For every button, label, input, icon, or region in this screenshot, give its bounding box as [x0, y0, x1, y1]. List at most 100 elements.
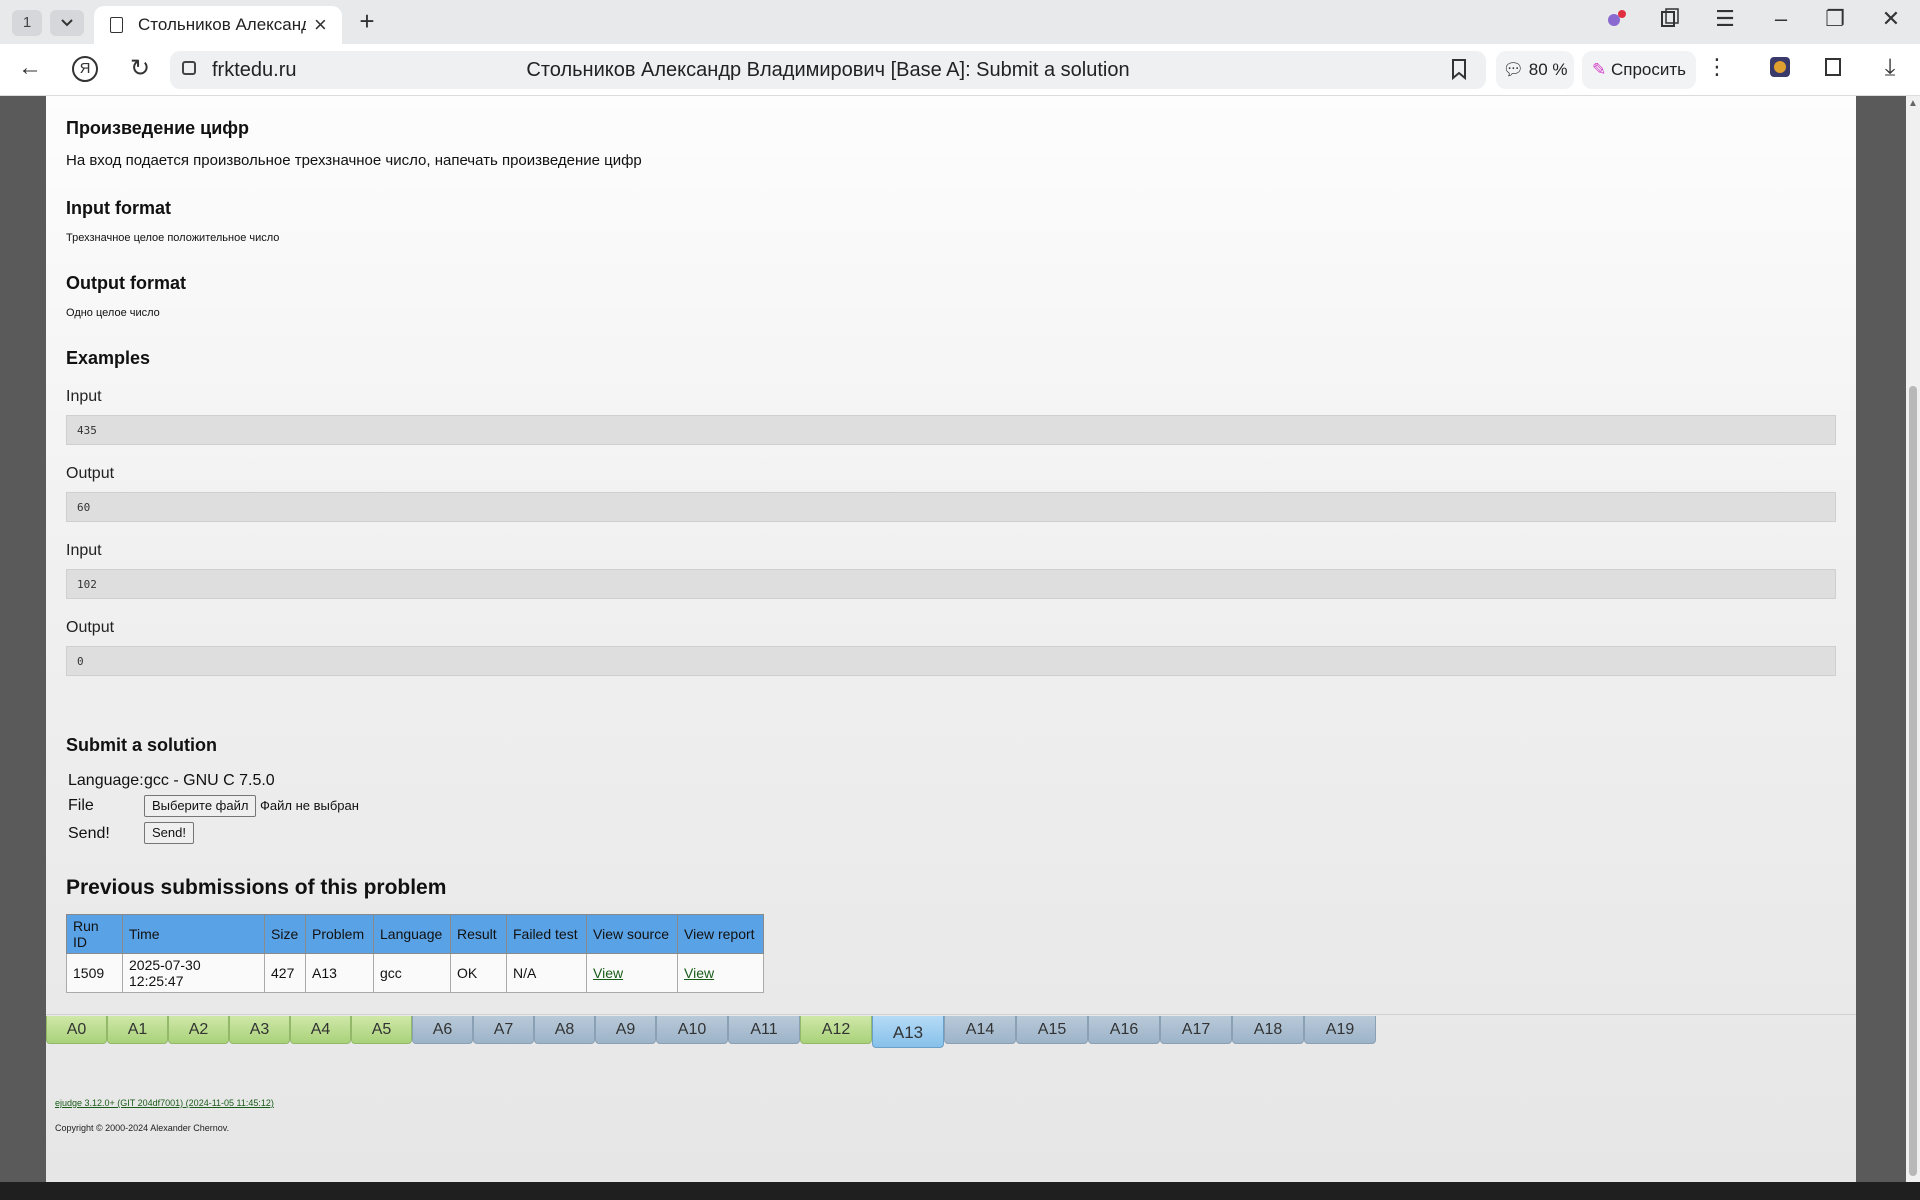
assistant-icon [1608, 10, 1626, 26]
problem-tab-a1[interactable]: A1 [107, 1016, 168, 1044]
language-value: gcc - GNU C 7.5.0 [144, 772, 275, 789]
column-header: Language [373, 914, 451, 954]
close-tab-icon[interactable]: × [314, 12, 327, 38]
example-input-box: 102 [66, 569, 1836, 599]
example-input-label: Input [66, 542, 102, 559]
problem-tab-a17[interactable]: A17 [1160, 1016, 1232, 1044]
output-format-heading: Output format [66, 273, 186, 293]
page-content: Произведение цифр На вход подается произ… [46, 96, 1856, 1182]
file-label: File [68, 797, 94, 814]
back-icon[interactable]: ← [14, 54, 46, 82]
examples-heading: Examples [66, 348, 151, 368]
choose-file-button[interactable]: Выберите файл [144, 795, 257, 817]
view-report-link[interactable]: View [684, 965, 714, 981]
zoom-indicator[interactable]: 💬︎ 80 % [1496, 51, 1574, 89]
column-header: Time [122, 914, 265, 954]
column-header: Run ID [66, 914, 123, 954]
column-header: Failed test [506, 914, 587, 954]
view-source-cell: View [586, 953, 678, 993]
taskbar [0, 1182, 1920, 1200]
ask-label: Спросить [1610, 60, 1686, 79]
input-format-text: Трехзначное целое положительное число [66, 232, 280, 244]
time-cell: 2025-07-30 12:25:47 [122, 953, 265, 993]
problem-statement: На вход подается произвольное трехзначно… [66, 152, 642, 169]
problem-tab-a5[interactable]: A5 [351, 1016, 412, 1044]
restore-icon[interactable]: ❐ [1820, 6, 1850, 32]
more-icon[interactable]: ⋮ [1706, 54, 1728, 80]
url-field[interactable]: frktedu.ru Стольников Александр Владимир… [170, 51, 1486, 89]
view-report-cell: View [677, 953, 764, 993]
extensions-icon[interactable] [1600, 6, 1630, 38]
previous-submissions-heading: Previous submissions of this problem [66, 876, 447, 899]
browser-tab-title: Стольников Александр Владимирович [Base … [138, 15, 306, 34]
new-tab-button[interactable]: + [352, 6, 382, 37]
problem-tab-a11[interactable]: A11 [728, 1016, 800, 1044]
ask-button[interactable]: ✎ Спросить [1582, 51, 1696, 89]
problem-tab-a12[interactable]: A12 [800, 1016, 872, 1044]
collections-icon[interactable] [1654, 6, 1684, 38]
column-header: Result [450, 914, 507, 954]
yandex-icon[interactable]: Я [72, 56, 98, 82]
address-bar: ← Я ↻ frktedu.ru Стольников Александр Вл… [0, 44, 1920, 96]
minimize-icon[interactable]: – [1766, 6, 1796, 32]
example-output-label: Output [66, 465, 115, 482]
extension-app-icon[interactable] [1764, 54, 1796, 87]
menu-icon[interactable]: ☰ [1710, 6, 1740, 32]
ejudge-version-link[interactable]: ejudge 3.12.0+ (GIT 204df7001) (2024-11-… [55, 1098, 274, 1108]
download-icon[interactable]: ⤓ [1874, 54, 1906, 82]
tabs-dropdown-button[interactable] [50, 10, 84, 36]
problem-tabs: A0 A1 A2 A3 A4 A5 A6 A7 A8 A9 A10 A11 A12 A13 A14 A15 A1… [46, 1016, 1376, 1048]
column-header: Size [264, 914, 306, 954]
close-window-icon[interactable]: ✕ [1876, 6, 1906, 32]
problem-tab-a0[interactable]: A0 [46, 1016, 107, 1044]
problem-tab-a2[interactable]: A2 [168, 1016, 229, 1044]
submissions-table: Run ID Time Size Problem Language Result… [66, 914, 764, 993]
column-header: View report [677, 914, 764, 954]
view-source-link[interactable]: View [593, 965, 623, 981]
example-input-box: 435 [66, 415, 1836, 445]
failed-test-cell: N/A [506, 953, 587, 993]
vertical-scrollbar[interactable]: ▲ [1906, 96, 1920, 1182]
problem-tab-a9[interactable]: A9 [595, 1016, 656, 1044]
scrollbar-thumb[interactable] [1909, 386, 1917, 1176]
language-label: Language: [68, 772, 144, 789]
problem-tab-a15[interactable]: A15 [1016, 1016, 1088, 1044]
table-header-row: Run ID Time Size Problem Language Result… [66, 914, 764, 954]
chat-icon: 💬︎ [1502, 60, 1525, 79]
column-header: View source [586, 914, 678, 954]
scroll-up-icon[interactable]: ▲ [1908, 98, 1918, 109]
problem-tab-a16[interactable]: A16 [1088, 1016, 1160, 1044]
document-icon [110, 17, 123, 33]
output-format-text: Одно целое число [66, 307, 160, 319]
copyright-text: Copyright © 2000-2024 Alexander Chernov. [55, 1123, 230, 1133]
tab-count-button[interactable]: 1 [12, 10, 42, 36]
browser-tab-active[interactable]: Стольников Александр Владимирович [Base … [94, 6, 342, 44]
bookmark-icon[interactable] [1450, 58, 1468, 86]
reload-icon[interactable]: ↻ [124, 54, 156, 83]
problem-tab-a8[interactable]: A8 [534, 1016, 595, 1044]
chevron-down-icon [61, 19, 73, 27]
problem-tab-a14[interactable]: A14 [944, 1016, 1016, 1044]
submit-heading: Submit a solution [66, 735, 217, 755]
lock-icon [182, 61, 196, 75]
problem-tab-a18[interactable]: A18 [1232, 1016, 1304, 1044]
result-cell: OK [450, 953, 507, 993]
problem-cell: A13 [305, 953, 374, 993]
run-id-cell: 1509 [66, 953, 123, 993]
problem-tab-a3[interactable]: A3 [229, 1016, 290, 1044]
problem-tab-a13[interactable]: A13 [872, 1016, 944, 1048]
problem-tab-a10[interactable]: A10 [656, 1016, 728, 1044]
language-cell: gcc [373, 953, 451, 993]
input-format-heading: Input format [66, 198, 171, 218]
problem-tab-a19[interactable]: A19 [1304, 1016, 1376, 1044]
bookmarks-panel-icon[interactable] [1818, 54, 1850, 87]
url-page-title: Стольников Александр Владимирович [Base … [526, 59, 1130, 81]
table-row: 1509 2025-07-30 12:25:47 427 A13 gcc OK … [66, 953, 764, 993]
url-domain: frktedu.ru [212, 59, 297, 81]
problem-tab-a4[interactable]: A4 [290, 1016, 351, 1044]
problem-tab-a7[interactable]: A7 [473, 1016, 534, 1044]
problem-tab-a6[interactable]: A6 [412, 1016, 473, 1044]
send-button[interactable]: Send! [144, 822, 194, 844]
example-output-label: Output [66, 619, 115, 636]
size-cell: 427 [264, 953, 306, 993]
